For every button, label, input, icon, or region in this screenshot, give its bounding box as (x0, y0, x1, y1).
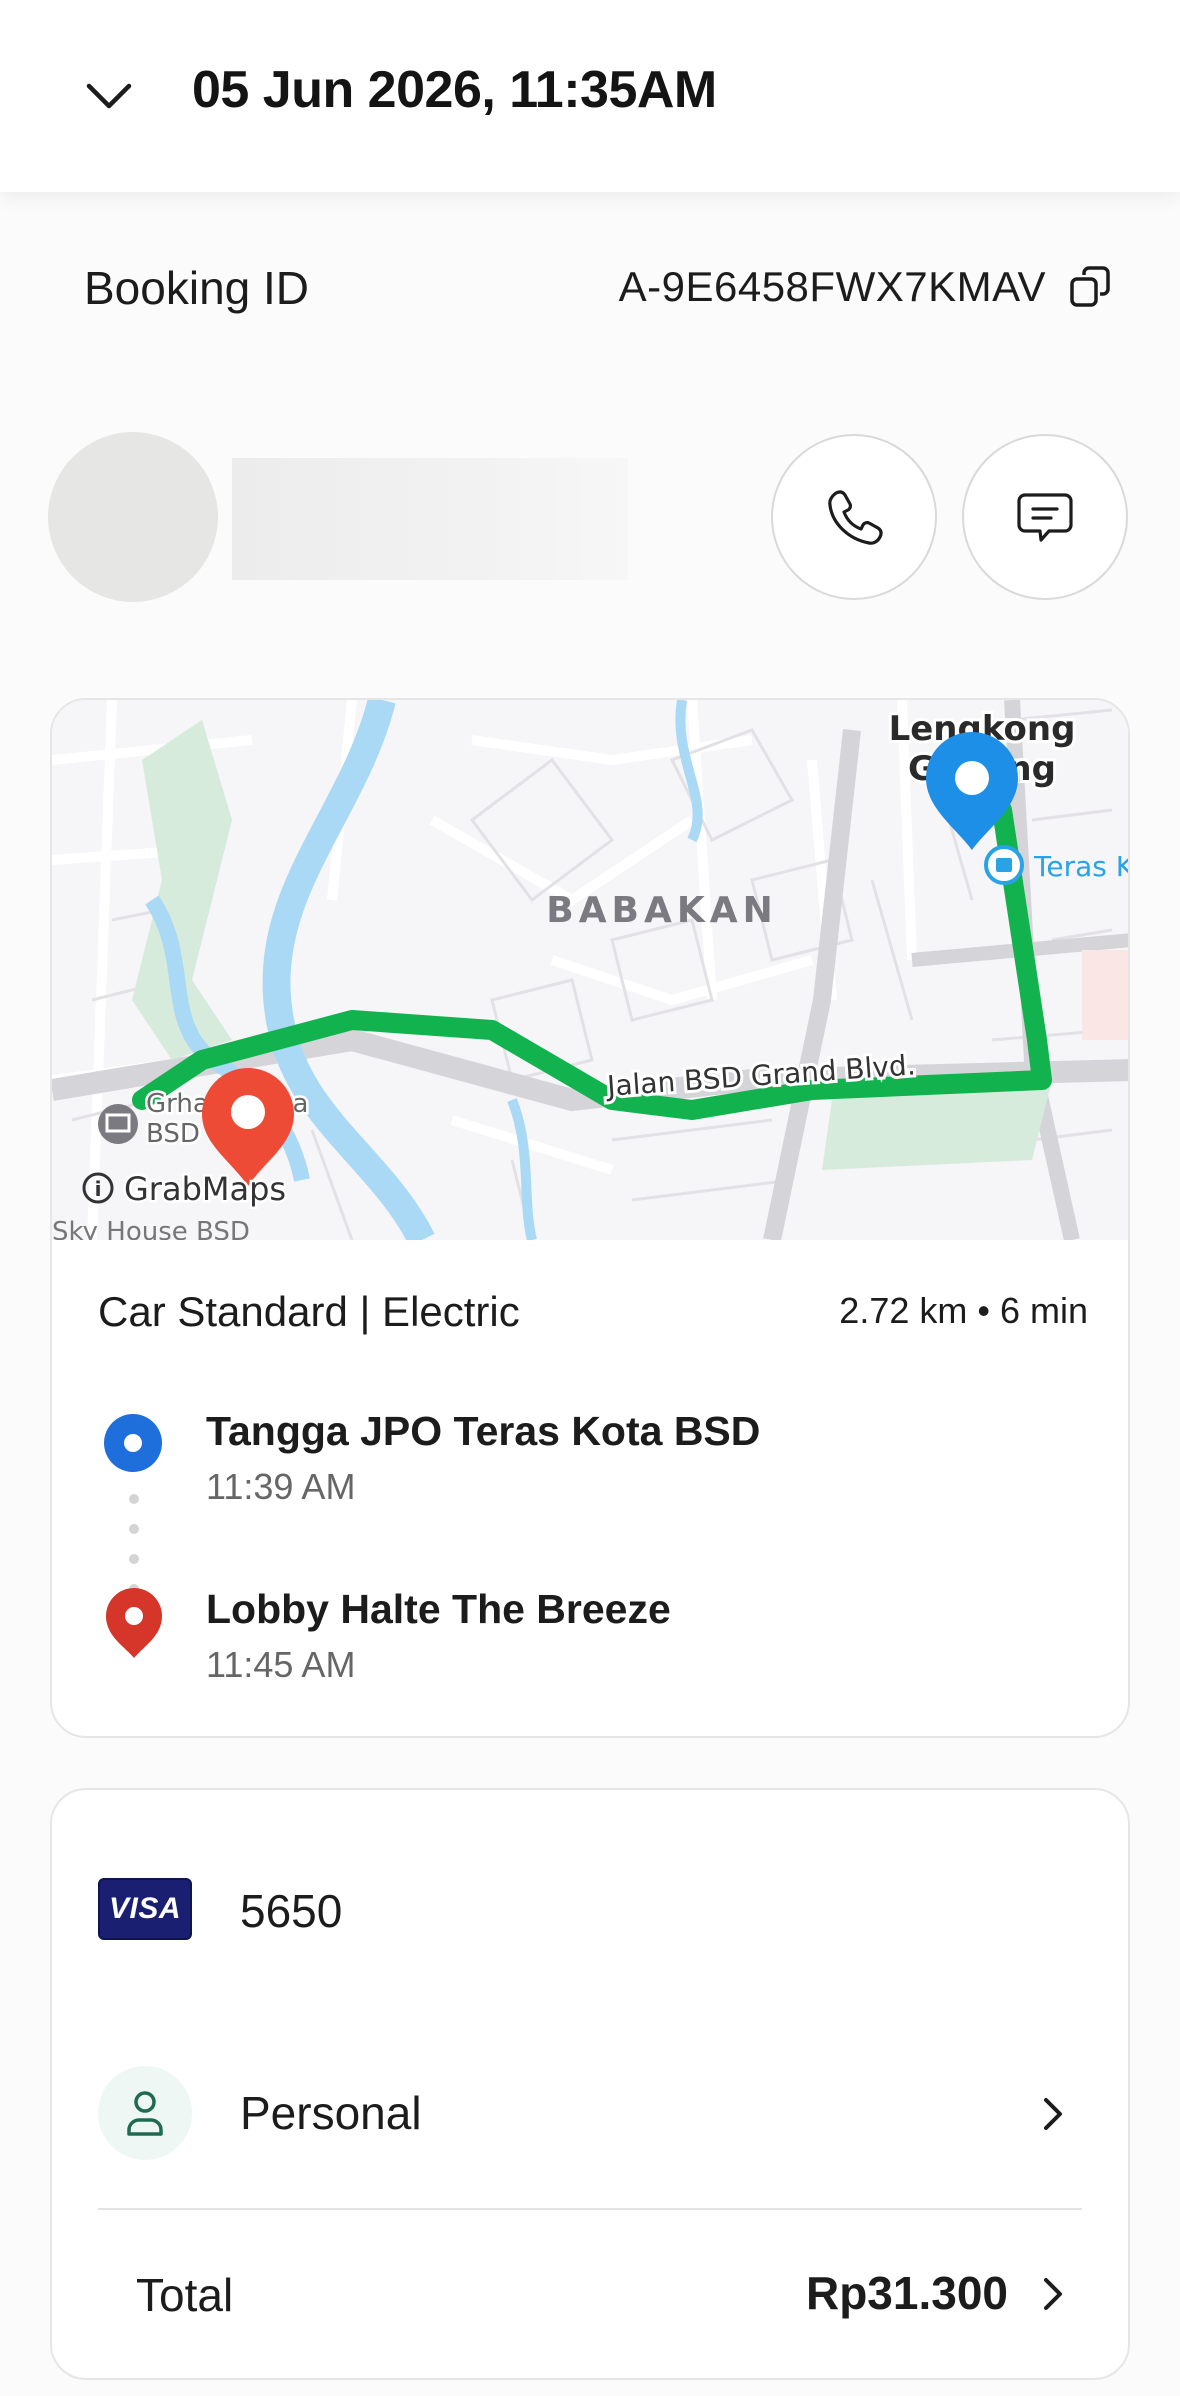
route-connector-dot (129, 1524, 139, 1534)
top-header: 05 Jun 2026, 11:35AM (0, 0, 1180, 192)
chevron-right-icon[interactable] (1038, 2094, 1068, 2134)
route-connector-dot (129, 1494, 139, 1504)
divider (98, 2208, 1082, 2210)
map-area-label: BABAKAN (546, 890, 778, 931)
copy-icon[interactable] (1068, 265, 1114, 311)
booking-id-value: A-9E6458FWX7KMAV (618, 263, 1046, 310)
distance-duration: 2.72 km • 6 min (839, 1290, 1088, 1331)
route-connector-dot (129, 1554, 139, 1564)
call-button[interactable] (771, 434, 937, 600)
total-label: Total (136, 2269, 234, 2321)
dropoff-time: 11:45 AM (206, 1644, 356, 1685)
dropoff-pin-icon (106, 1588, 162, 1658)
map-poi-bottom-label: Sky House BSD (52, 1217, 250, 1240)
card-last-digits: 5650 (240, 1885, 343, 1937)
route-map[interactable]: BABAKAN Jalan BSD Grand Blvd. Lengkong G… (52, 700, 1130, 1240)
driver-avatar (48, 432, 218, 602)
pickup-name: Tangga JPO Teras Kota BSD (206, 1408, 761, 1454)
trip-distance: 2.72 km (839, 1290, 968, 1331)
building-poi-icon (98, 1104, 138, 1144)
svg-text:i: i (95, 1177, 102, 1201)
payment-card: VISA 5650 Personal Total Rp31.300 (50, 1788, 1130, 2380)
chat-button[interactable] (962, 434, 1128, 600)
page-title: 05 Jun 2026, 11:35AM (192, 61, 717, 119)
total-value[interactable]: Rp31.300 (806, 2266, 1008, 2320)
booking-id-label: Booking ID (84, 262, 310, 314)
person-icon (98, 2066, 192, 2160)
ride-info-row: Car Standard | Electric 2.72 km • 6 min (98, 1288, 1088, 1348)
ride-type: Car Standard | Electric (98, 1288, 520, 1335)
driver-name-redacted (232, 458, 628, 580)
visa-card-icon: VISA (98, 1878, 192, 1940)
map-poi-right-label: Teras K (1033, 850, 1130, 883)
pickup-dot-icon (104, 1414, 162, 1472)
map-poi-left-label-2: BSD (146, 1119, 200, 1149)
map-provider-label: GrabMaps (124, 1170, 286, 1208)
dropoff-name: Lobby Halte The Breeze (206, 1586, 671, 1632)
pickup-time: 11:39 AM (206, 1466, 356, 1507)
trip-card: BABAKAN Jalan BSD Grand Blvd. Lengkong G… (50, 698, 1130, 1738)
chat-icon (1017, 493, 1073, 542)
phone-icon (828, 490, 883, 545)
profile-label[interactable]: Personal (240, 2086, 422, 2140)
chevron-down-icon[interactable] (84, 76, 134, 116)
booking-id-row: Booking ID A-9E6458FWX7KMAV (84, 255, 1114, 325)
chevron-right-icon[interactable] (1038, 2274, 1068, 2314)
trip-duration: 6 min (999, 1290, 1088, 1331)
